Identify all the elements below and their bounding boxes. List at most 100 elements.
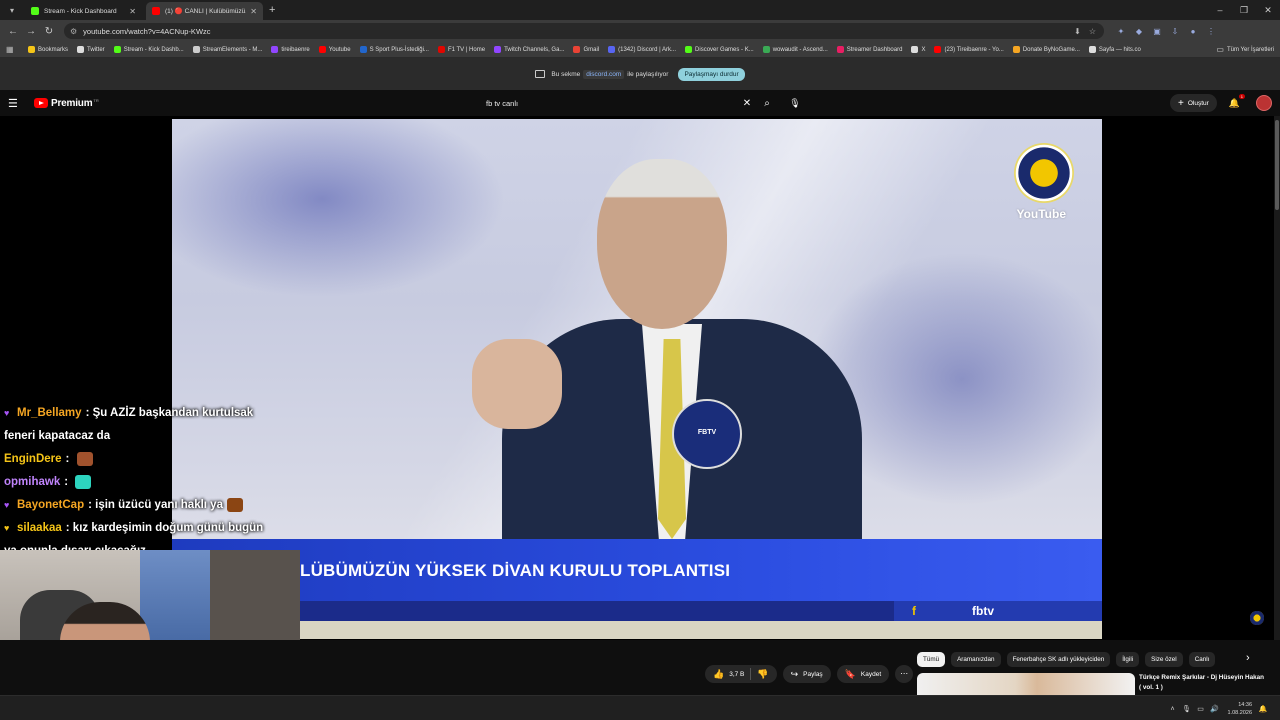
forward-icon[interactable]: → [22,26,40,37]
address-bar[interactable]: ⚙ youtube.com/watch?v=4ACNup-KWzc ⬇ ☆ [64,23,1104,39]
maximize-icon[interactable]: ❐ [1232,5,1256,16]
filter-chip[interactable]: İlgili [1116,652,1140,667]
page-scrollbar[interactable] [1274,116,1280,640]
chat-username[interactable]: silaakaa [17,522,62,534]
tab-search-icon[interactable]: ▾ [3,3,21,17]
url-text[interactable]: youtube.com/watch?v=4ACNup-KWzc [83,27,1074,36]
close-window-icon[interactable]: ✕ [1256,5,1280,16]
site-info-icon[interactable]: ⚙ [70,27,77,36]
bookmark-item[interactable]: Twitch Channels, Ga... [494,46,564,53]
tab-title: (1) 🔴 CANLI | Kulübümüzü... [165,8,247,15]
new-tab-icon[interactable]: + [269,4,275,16]
extension-icon[interactable]: ◆ [1130,27,1148,36]
filter-chip[interactable]: Size özel [1145,652,1183,667]
like-count[interactable]: 3,7 B [729,671,744,678]
bookmark-item[interactable]: (23) Tireibaenre - Yo... [934,46,1004,53]
clock[interactable]: 14:36 1.08.2026 [1228,701,1252,717]
bookmark-item[interactable]: Streamer Dashboard [836,46,902,53]
bookmark-favicon-icon [762,46,770,53]
back-icon[interactable]: ← [4,26,22,37]
reload-icon[interactable]: ↻ [40,26,58,37]
bookmark-label: Stream - Kick Dashb... [123,46,184,53]
menu-kebab-icon[interactable]: ⋮ [1202,27,1220,36]
country-code: TR [93,97,99,103]
stop-sharing-button[interactable]: Paylaşmayı durdur [678,67,745,81]
bookmark-star-icon[interactable]: ☆ [1089,27,1096,36]
chevron-right-icon[interactable]: › [1246,652,1250,664]
tab-youtube-live[interactable]: (1) 🔴 CANLI | Kulübümüzü... ✕ [146,2,263,20]
scrollbar-thumb[interactable] [1275,120,1279,210]
minimize-icon[interactable]: – [1208,5,1232,15]
downloads-icon[interactable]: ⇩ [1166,27,1184,36]
search-icon[interactable]: ⌕ [756,98,778,109]
filter-chip[interactable]: Canlı [1188,652,1216,667]
share-button[interactable]: ↪ Paylaş [782,665,831,683]
like-thumb-icon[interactable]: 👍 [713,669,724,680]
bookmark-item[interactable]: X [911,46,925,53]
bookmark-item[interactable]: F1 TV | Home [437,46,485,53]
hamburger-menu-icon[interactable]: ☰ [8,97,30,110]
save-button[interactable]: 🔖 Kaydet [836,665,890,683]
filter-chip[interactable]: Aramanızdan [951,652,1001,667]
chat-username[interactable]: opmihawk [4,476,60,488]
sharing-domain: discord.com [583,69,625,79]
all-bookmarks[interactable]: ▭ Tüm Yer İşaretleri [1216,45,1274,54]
search-input[interactable]: fb tv canlı [478,99,738,108]
bookmark-item[interactable]: Twitter [77,46,105,53]
chat-username[interactable]: EnginDere [4,453,62,465]
recommendation-thumbnail[interactable] [917,673,1135,695]
avatar[interactable] [1256,95,1272,111]
bookmark-item[interactable]: Discover Games - K... [685,46,754,53]
fbtv-microphone: FBTV [672,399,742,469]
sharing-text-before: Bu sekme [551,70,581,78]
youtube-logo[interactable]: Premium TR [34,98,99,109]
profile-icon[interactable]: ● [1184,27,1202,36]
bookmark-item[interactable]: Youtube [318,46,351,53]
create-button[interactable]: + Oluştur [1169,94,1217,112]
bookmark-favicon-icon [685,46,693,53]
bookmark-item[interactable]: StreamElements - M... [192,46,262,53]
bookmark-item[interactable]: (1342) Discord | Ark... [608,46,676,53]
extensions-puzzle-icon[interactable]: ▣ [1148,27,1166,36]
display-tray-icon[interactable]: ▭ [1194,705,1208,713]
chat-separator: : [65,522,73,534]
bookmark-favicon-icon [1012,46,1020,53]
volume-icon[interactable]: 🔊 [1208,705,1222,713]
tray-chevron-icon[interactable]: ˄ [1166,706,1180,713]
microphone-tray-icon[interactable]: 🎙 [1180,705,1194,713]
bookmark-item[interactable]: Donate ByNoGame... [1012,46,1080,53]
bookmark-label: tireibaenre [281,46,310,53]
notification-center-icon[interactable]: 🔔 [1256,705,1270,713]
bookmark-favicon-icon [934,46,942,53]
bookmark-item[interactable]: Bookmarks [28,46,68,53]
voice-search-icon[interactable]: 🎙 [786,94,804,112]
chat-username[interactable]: Mr_Bellamy [17,407,82,419]
filter-chip[interactable]: Fenerbahçe SK adlı yükleyiciden [1006,652,1111,667]
bookmark-item[interactable]: wowaudit - Ascend... [762,46,828,53]
dislike-thumb-icon[interactable]: 👎 [757,669,768,680]
bookmark-item[interactable]: tireibaenre [271,46,310,53]
bookmark-item[interactable]: Gmail [573,46,599,53]
tab-close-icon[interactable]: ✕ [250,7,257,16]
chat-badge-icon: ♥ [4,500,10,510]
recommendation-title[interactable]: Türkçe Remix Şarkılar - Dj Hüseyin Hakan… [1139,673,1264,692]
notifications-bell-icon[interactable]: 🔔 1 [1229,93,1245,109]
video-player[interactable]: YouTube FBTV LÜBÜMÜZÜN YÜKSEK DİVAN KURU… [172,119,1102,639]
clear-search-icon[interactable]: ✕ [738,98,756,109]
sharing-text-after: ile paylaşılıyor [627,70,669,78]
bookmark-item[interactable]: Sayfa — hits.co [1088,46,1141,53]
bookmark-item[interactable]: S Sport Plus-İstediği... [359,46,429,53]
filter-chip[interactable]: Tümü [917,652,946,667]
more-actions-icon[interactable]: ⋯ [895,665,914,683]
tab-kick-dashboard[interactable]: Stream - Kick Dashboard ✕ [25,2,142,20]
install-icon[interactable]: ⬇ [1074,27,1081,36]
tab-close-icon[interactable]: ✕ [129,7,136,16]
apps-grid-icon[interactable]: ▦ [6,45,20,54]
chat-username[interactable]: BayonetCap [17,499,84,511]
bookmark-item[interactable]: Stream - Kick Dashb... [113,46,184,53]
youtube-header: ☰ Premium TR fb tv canlı ✕ ⌕ 🎙 + Oluştur… [0,90,1280,116]
extension-icon[interactable]: ✦ [1112,27,1130,36]
bookmark-favicon-icon [113,46,121,53]
channel-crest-icon[interactable] [1250,611,1264,625]
all-bookmarks-label: Tüm Yer İşaretleri [1226,46,1274,53]
